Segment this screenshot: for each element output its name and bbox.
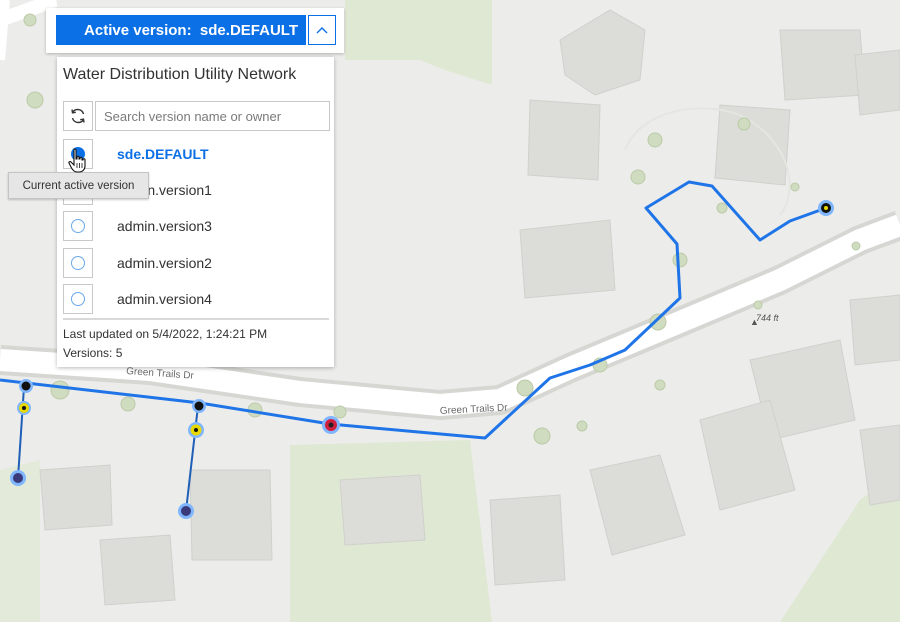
version-name: admin.version4	[117, 291, 212, 307]
meter-feature-2[interactable]	[178, 503, 194, 519]
version-name: sde.DEFAULT	[117, 146, 209, 162]
hand-pointer-icon	[68, 148, 86, 173]
endpoint-feature[interactable]	[818, 200, 834, 216]
version-panel: Water Distribution Utility Network sde.D…	[57, 57, 334, 367]
version-row-admin-version3[interactable]: admin.version3	[63, 211, 323, 241]
road-left-vertical-2	[0, 0, 10, 61]
refresh-button[interactable]	[63, 101, 93, 131]
radio-empty-icon	[71, 256, 85, 270]
version-radio[interactable]	[63, 248, 93, 278]
radio-empty-icon	[71, 219, 85, 233]
valve-feature-3[interactable]	[192, 399, 206, 413]
panel-title: Water Distribution Utility Network	[63, 66, 297, 83]
active-version-bar: Active version: sde.DEFAULT	[46, 8, 344, 53]
active-version-label[interactable]: Active version: sde.DEFAULT	[56, 15, 306, 45]
last-updated-text: Last updated on 5/4/2022, 1:24:21 PM	[63, 327, 268, 341]
hydrant-feature[interactable]	[322, 416, 340, 434]
version-row-admin-version2[interactable]: admin.version2	[63, 248, 323, 278]
valve-feature-4[interactable]	[188, 422, 204, 438]
version-radio[interactable]	[63, 284, 93, 314]
version-name: admin.version2	[117, 255, 212, 271]
version-radio[interactable]	[63, 211, 93, 241]
version-search-input[interactable]	[95, 101, 330, 131]
version-toggle-button[interactable]	[308, 15, 336, 45]
elevation-marker: ▲	[750, 317, 759, 327]
active-version-tooltip: Current active version	[8, 172, 149, 199]
elevation-label: 744 ft	[756, 313, 779, 323]
radio-empty-icon	[71, 292, 85, 306]
valve-feature-2[interactable]	[17, 401, 31, 415]
version-name: admin.version3	[117, 218, 212, 234]
chevron-up-icon	[316, 27, 328, 34]
versions-count-text: Versions: 5	[63, 346, 123, 360]
green-area-top	[345, 0, 492, 85]
valve-feature-1[interactable]	[19, 379, 33, 393]
meter-feature-1[interactable]	[10, 470, 26, 486]
refresh-icon	[71, 108, 85, 124]
version-row-sde-default[interactable]: sde.DEFAULT	[63, 139, 323, 169]
panel-divider	[63, 318, 329, 320]
version-row-admin-version4[interactable]: admin.version4	[63, 284, 323, 314]
